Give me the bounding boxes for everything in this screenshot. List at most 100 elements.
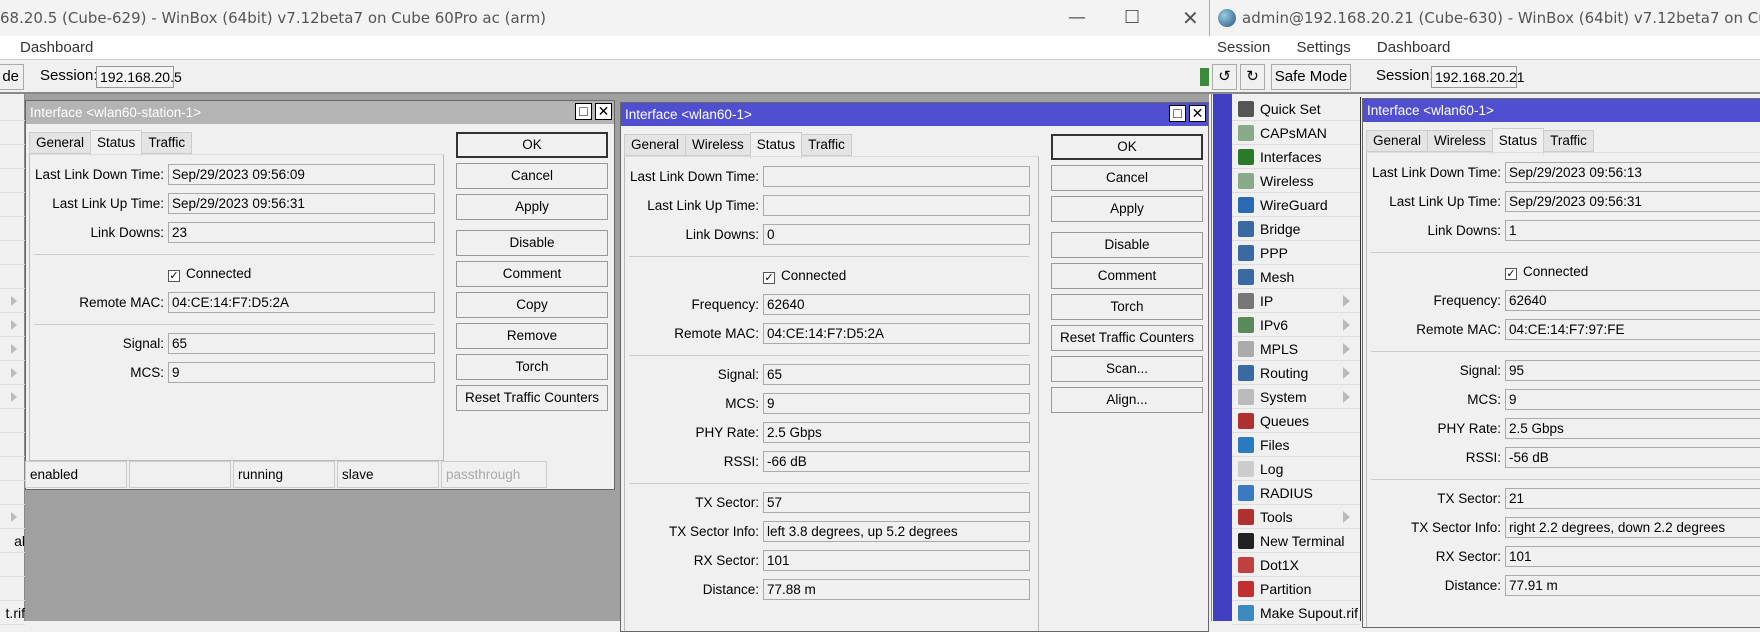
- sidebar-item-ipv6[interactable]: IPv6: [1232, 313, 1360, 337]
- dialog-titlebar[interactable]: Interface <wlan60-station-1> □ ✕: [26, 101, 614, 124]
- torch-button[interactable]: Torch: [1051, 294, 1203, 320]
- reset-traffic-counters-button[interactable]: Reset Traffic Counters: [456, 385, 608, 411]
- tab-status[interactable]: Status: [1491, 128, 1545, 154]
- disable-button[interactable]: Disable: [456, 230, 608, 256]
- connected-checkbox[interactable]: ✓ Connected: [763, 265, 846, 286]
- redo-icon[interactable]: ↻: [1240, 64, 1265, 90]
- sidebar-item-ip[interactable]: IP: [1232, 289, 1360, 313]
- checkbox-icon[interactable]: ✓: [1505, 268, 1517, 280]
- ok-button[interactable]: OK: [1051, 134, 1203, 160]
- sidebar-item-bridge[interactable]: Bridge: [1232, 217, 1360, 241]
- tab-general[interactable]: General: [1366, 130, 1429, 152]
- menu-dashboard[interactable]: Dashboard: [20, 39, 93, 56]
- copy-button[interactable]: Copy: [456, 292, 608, 318]
- checkbox-icon[interactable]: ✓: [763, 272, 775, 284]
- sidebar-item-log[interactable]: Log: [1232, 457, 1360, 481]
- safe-mode-button[interactable]: Safe Mode: [1271, 64, 1351, 90]
- sidebar-item-files[interactable]: Files: [1232, 433, 1360, 457]
- menu-dashboard[interactable]: Dashboard: [1377, 39, 1450, 56]
- sidebar-item-partial[interactable]: [0, 289, 25, 313]
- close-button[interactable]: ✕: [1182, 0, 1199, 36]
- cancel-button[interactable]: Cancel: [456, 163, 608, 189]
- sidebar-item-system[interactable]: System: [1232, 385, 1360, 409]
- apply-button[interactable]: Apply: [1051, 196, 1203, 222]
- sidebar-item-interfaces[interactable]: Interfaces: [1232, 145, 1360, 169]
- tab-traffic[interactable]: Traffic: [141, 132, 193, 154]
- sidebar-item-mesh[interactable]: Mesh: [1232, 265, 1360, 289]
- close-icon[interactable]: ✕: [595, 103, 612, 120]
- sidebar-item-ppp[interactable]: PPP: [1232, 241, 1360, 265]
- sidebar-item-dot1x[interactable]: Dot1X: [1232, 553, 1360, 577]
- tab-status[interactable]: Status: [749, 132, 803, 158]
- reset-traffic-counters-button[interactable]: Reset Traffic Counters: [1051, 325, 1203, 351]
- maximize-button[interactable]: ☐: [1124, 0, 1140, 36]
- menu-session[interactable]: Session: [1217, 39, 1270, 56]
- disable-button[interactable]: Disable: [1051, 232, 1203, 258]
- sidebar-item-mpls[interactable]: MPLS: [1232, 337, 1360, 361]
- comment-button[interactable]: Comment: [1051, 263, 1203, 289]
- session-input[interactable]: 192.168.20.21: [1431, 66, 1525, 88]
- undo-icon[interactable]: ↺: [1212, 64, 1237, 90]
- sidebar-item-routing[interactable]: Routing: [1232, 361, 1360, 385]
- sidebar-item-quick-set[interactable]: Quick Set: [1232, 97, 1360, 121]
- sidebar-item-wireguard[interactable]: WireGuard: [1232, 193, 1360, 217]
- sidebar-item-capsman[interactable]: CAPsMAN: [1232, 121, 1360, 145]
- sidebar-item-partial[interactable]: [0, 409, 25, 433]
- field-label-last-link-down-time: Last Link Down Time:: [629, 169, 759, 184]
- tab-wireless[interactable]: Wireless: [685, 134, 751, 156]
- sidebar-item-partial[interactable]: [0, 481, 25, 505]
- dialog-titlebar[interactable]: Interface <wlan60-1>: [1363, 99, 1760, 122]
- apply-button[interactable]: Apply: [456, 194, 608, 220]
- close-icon[interactable]: ✕: [1189, 105, 1206, 122]
- sidebar-item-partial[interactable]: [0, 433, 25, 457]
- sidebar-item-partition[interactable]: Partition: [1232, 577, 1360, 601]
- sidebar-item-partial[interactable]: [0, 217, 25, 241]
- tab-general[interactable]: General: [624, 134, 687, 156]
- sidebar-item-partial[interactable]: [0, 577, 25, 601]
- align-button[interactable]: Align...: [1051, 387, 1203, 413]
- maximize-icon[interactable]: □: [575, 103, 592, 120]
- sidebar-item-partial[interactable]: [0, 385, 25, 409]
- sidebar-item-partial[interactable]: [0, 193, 25, 217]
- scan-button[interactable]: Scan...: [1051, 356, 1203, 382]
- remove-button[interactable]: Remove: [456, 323, 608, 349]
- tab-general[interactable]: General: [29, 132, 92, 154]
- sidebar-item-partial[interactable]: [0, 169, 25, 193]
- sidebar-item-wireless[interactable]: Wireless: [1232, 169, 1360, 193]
- tab-status[interactable]: Status: [90, 130, 143, 156]
- sidebar-item-partial[interactable]: [0, 241, 25, 265]
- sidebar-item-partial[interactable]: al: [0, 529, 25, 553]
- sidebar-item-partial[interactable]: [0, 313, 25, 337]
- checkbox-icon[interactable]: ✓: [168, 270, 180, 282]
- sidebar-item-make-supout-rif[interactable]: Make Supout.rif: [1232, 601, 1360, 625]
- dialog-titlebar[interactable]: Interface <wlan60-1> □ ✕: [621, 103, 1208, 126]
- sidebar-item-queues[interactable]: Queues: [1232, 409, 1360, 433]
- sidebar-item-partial[interactable]: [0, 337, 25, 361]
- sidebar-item-partial[interactable]: [0, 97, 25, 121]
- connected-checkbox[interactable]: ✓ Connected: [168, 263, 251, 284]
- safe-mode-button[interactable]: de: [0, 64, 24, 90]
- sidebar-item-new-terminal[interactable]: New Terminal: [1232, 529, 1360, 553]
- connected-checkbox[interactable]: ✓ Connected: [1505, 261, 1588, 282]
- sidebar-item-partial[interactable]: t.rif: [0, 601, 25, 625]
- sidebar-item-partial[interactable]: [0, 361, 25, 385]
- comment-button[interactable]: Comment: [456, 261, 608, 287]
- sidebar-item-partial[interactable]: [0, 265, 25, 289]
- sidebar-item-partial[interactable]: [0, 121, 25, 145]
- sidebar-item-partial[interactable]: [0, 553, 25, 577]
- tab-wireless[interactable]: Wireless: [1427, 130, 1493, 152]
- sidebar-item-tools[interactable]: Tools: [1232, 505, 1360, 529]
- minimize-button[interactable]: —: [1068, 0, 1086, 36]
- tab-traffic[interactable]: Traffic: [1543, 130, 1594, 152]
- sidebar-item-partial[interactable]: [0, 457, 25, 481]
- ok-button[interactable]: OK: [456, 132, 608, 158]
- cancel-button[interactable]: Cancel: [1051, 165, 1203, 191]
- maximize-icon[interactable]: □: [1169, 105, 1186, 122]
- session-input[interactable]: 192.168.20.5: [96, 66, 182, 88]
- sidebar-item-radius[interactable]: RADIUS: [1232, 481, 1360, 505]
- sidebar-item-partial[interactable]: [0, 145, 25, 169]
- menu-settings[interactable]: Settings: [1297, 39, 1351, 56]
- torch-button[interactable]: Torch: [456, 354, 608, 380]
- tab-traffic[interactable]: Traffic: [801, 134, 852, 156]
- sidebar-item-partial[interactable]: [0, 505, 25, 529]
